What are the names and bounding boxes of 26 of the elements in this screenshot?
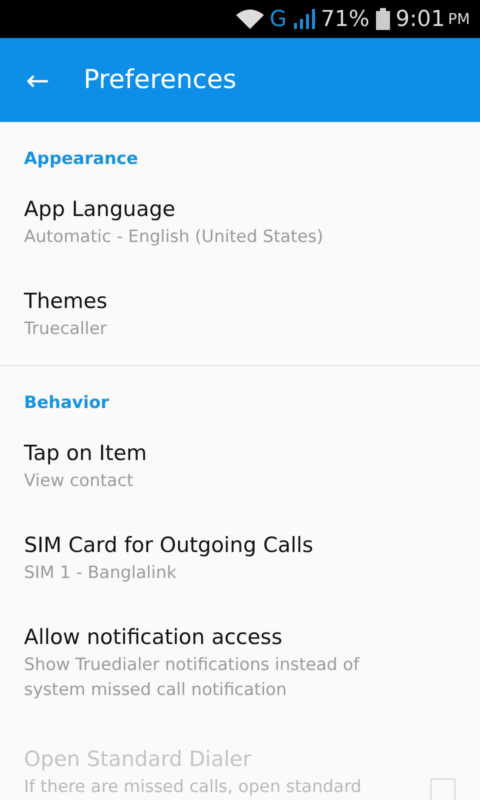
preference-summary: SIM 1 - Banglalink (24, 562, 178, 585)
preference-item[interactable]: Allow notification access Show Truedialer notifications instead of system missed call notification (0, 603, 480, 720)
preference-summary: If there are missed calls, open standard (24, 776, 362, 798)
section-header: Appearance (23, 148, 140, 171)
battery-percent: 71% (320, 6, 370, 32)
preference-summary: Truecaller (24, 318, 108, 341)
preference-summary: Automatic - English (United States) (24, 226, 324, 249)
preference-title: App Language (24, 196, 176, 223)
preference-item[interactable]: Themes Truecaller (0, 267, 480, 359)
clock-ampm: PM (448, 10, 470, 28)
preference-title: Tap on Item (24, 440, 148, 467)
battery-icon (376, 8, 390, 30)
preference-item[interactable]: App Language Automatic - English (United States) (0, 175, 480, 267)
section-header: Behavior (23, 392, 110, 415)
preference-title: Themes (24, 288, 108, 315)
preference-summary: View contact (24, 470, 134, 493)
network-type: G (270, 6, 287, 32)
screen-title: Preferences (83, 65, 236, 95)
preference-summary: Show Truedialer notifications instead of system missed call notification (24, 654, 360, 702)
wifi-icon (236, 9, 264, 29)
preference-title: Allow notification access (24, 624, 284, 651)
signal-icon (292, 9, 315, 29)
preference-item[interactable]: SIM Card for Outgoing Calls SIM 1 - Banglalink (0, 511, 480, 603)
clock-time: 9:01 (396, 6, 445, 32)
preference-title: SIM Card for Outgoing Calls (24, 532, 314, 559)
preference-item[interactable]: Tap on Item View contact (0, 419, 480, 511)
